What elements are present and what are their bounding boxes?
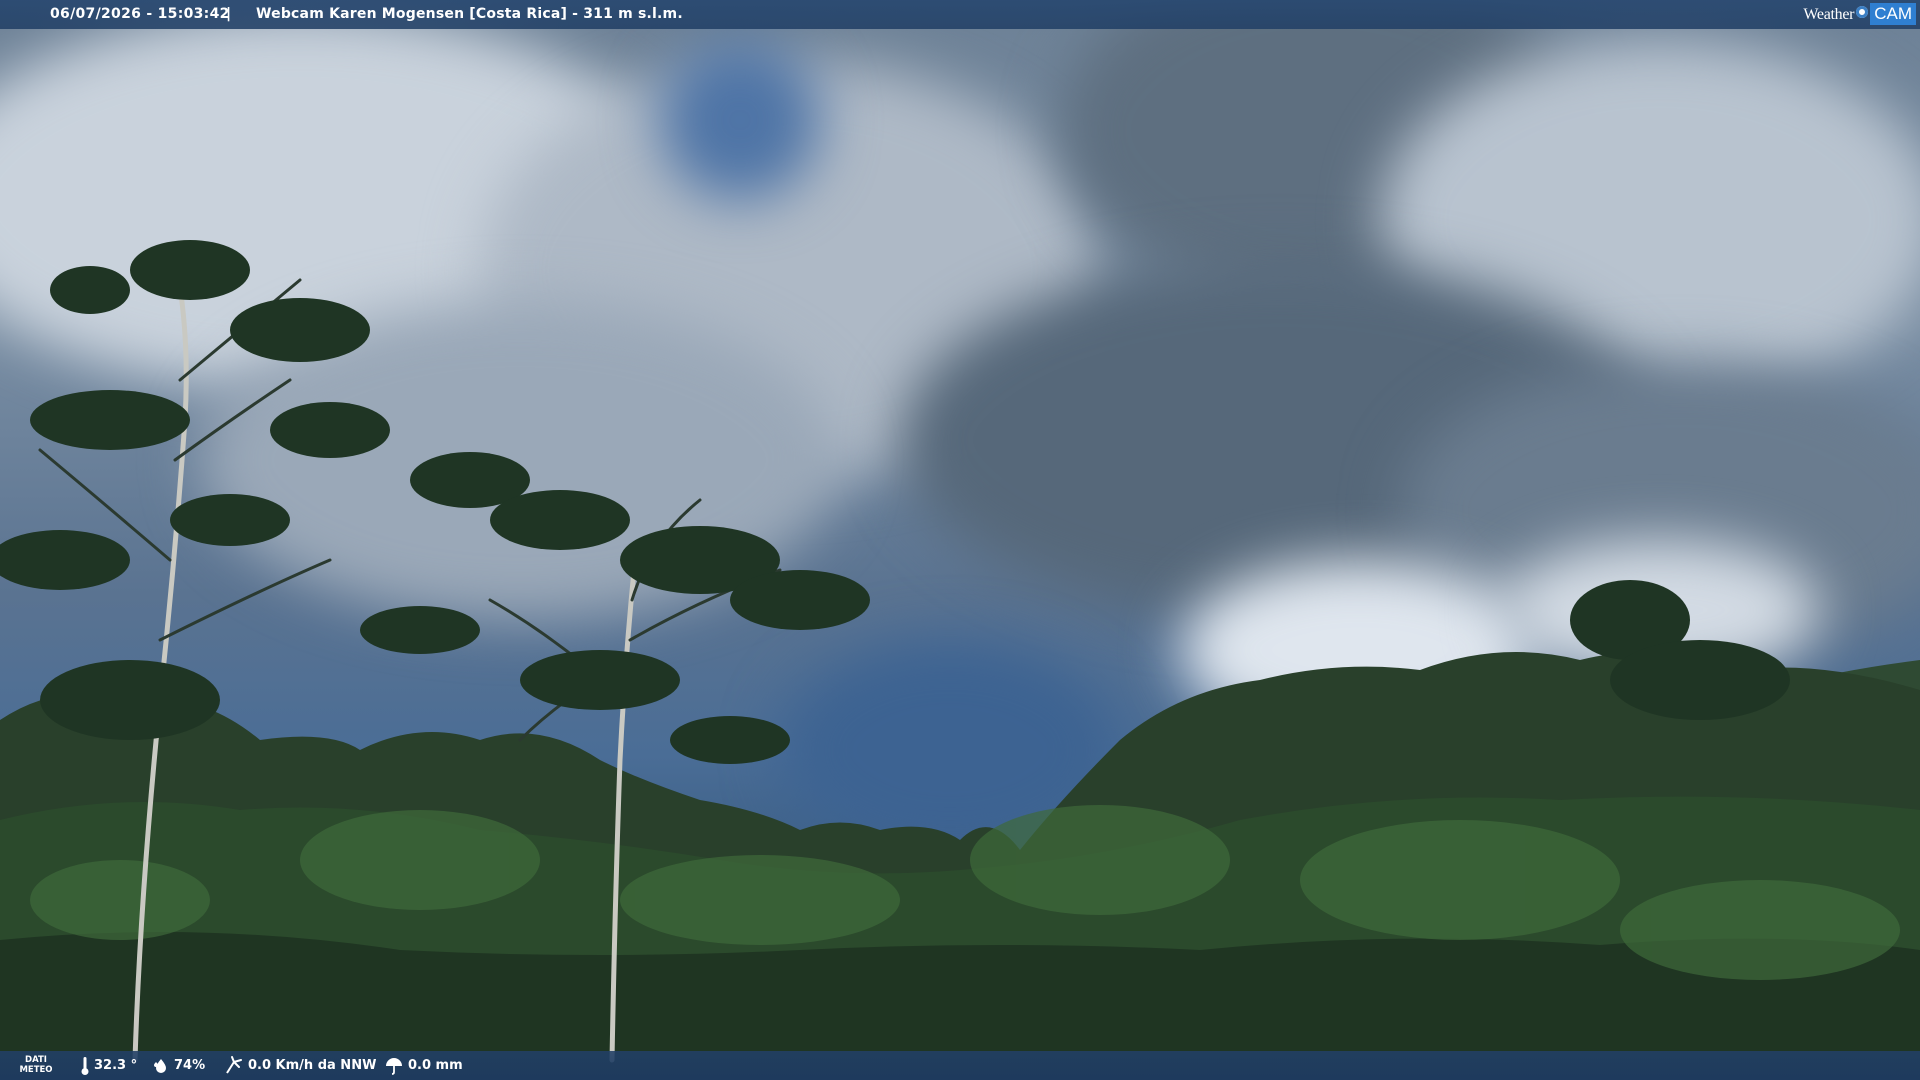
label-line-2: METEO: [19, 1065, 53, 1075]
temperature-value: 32.3 °: [94, 1058, 138, 1073]
separator: |: [226, 6, 232, 22]
brand-sun-icon: [1856, 6, 1869, 18]
brand-word: Weather: [1803, 5, 1855, 23]
wind-reading: 0.0 Km/h da NNW: [224, 1051, 376, 1080]
label-line-1: DATI: [25, 1055, 47, 1065]
rain-umbrella-icon: [386, 1057, 402, 1075]
humidity-reading: 74%: [152, 1051, 205, 1080]
forest-silhouette: [0, 240, 1920, 1080]
temperature-reading: 32.3 °: [80, 1051, 137, 1080]
weather-data-bar: DATI METEO 32.3 ° 74% 0.0 Km/h da NNW 0.…: [0, 1051, 1920, 1080]
rain-reading: 0.0 mm: [384, 1051, 463, 1080]
thermometer-icon: [81, 1056, 89, 1075]
humidity-value: 74%: [174, 1058, 206, 1073]
wind-icon: [226, 1055, 242, 1074]
rain-value: 0.0 mm: [408, 1058, 463, 1073]
brand-cam: CAM: [1870, 3, 1916, 25]
timestamp: 06/07/2026 - 15:03:42: [50, 6, 230, 22]
webcam-location: Webcam Karen Mogensen [Costa Rica] - 311…: [256, 6, 683, 22]
humidity-drop-icon: [154, 1058, 166, 1073]
top-info-bar: 06/07/2026 - 15:03:42 | Webcam Karen Mog…: [0, 0, 1920, 29]
wind-value: 0.0 Km/h da NNW: [248, 1058, 377, 1073]
weather-data-label: DATI METEO: [18, 1055, 54, 1075]
webcam-image: [0, 0, 1920, 1080]
weathercam-logo[interactable]: Weather CAM: [1803, 3, 1916, 25]
